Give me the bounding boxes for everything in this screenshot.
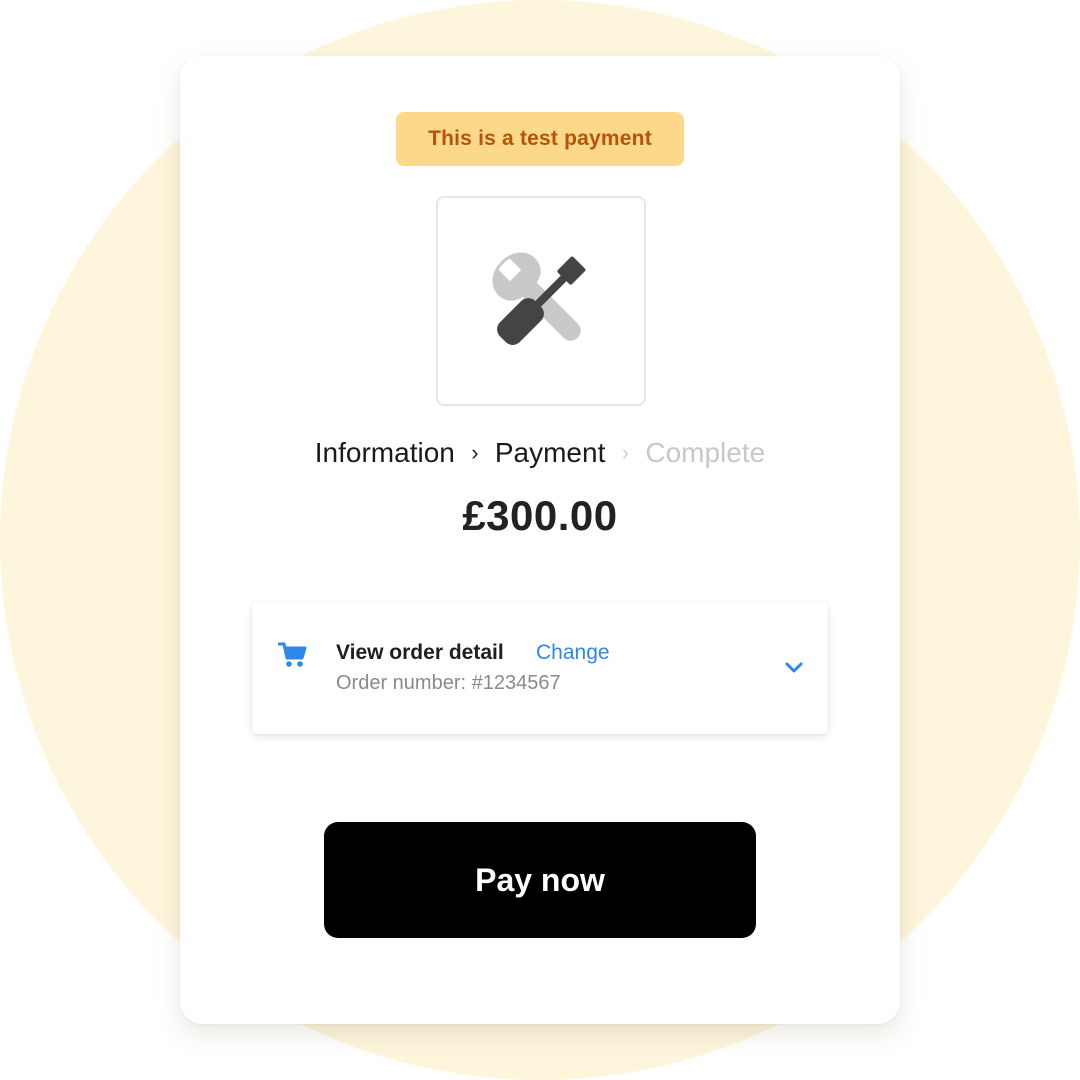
chevron-right-icon: › (621, 440, 630, 465)
step-complete: Complete (645, 437, 766, 468)
merchant-logo (436, 196, 646, 406)
order-number: Order number: #1234567 (336, 672, 561, 694)
cart-icon (278, 642, 307, 667)
payment-card: This is a test payment Information › Pay… (180, 56, 900, 1024)
order-detail-title: View order detail (336, 641, 504, 664)
pay-now-button[interactable]: Pay now (324, 822, 756, 938)
order-detail-panel[interactable]: View order detail Change Order number: #… (252, 602, 828, 734)
change-link[interactable]: Change (536, 641, 610, 665)
payment-amount: £300.00 (462, 492, 618, 539)
step-information: Information (314, 437, 455, 468)
chevron-down-icon[interactable] (782, 656, 806, 680)
test-payment-badge: This is a test payment (396, 112, 684, 166)
checkout-steps: Information › Payment › Complete (180, 430, 900, 476)
chevron-right-icon: › (471, 440, 479, 465)
tools-icon (492, 252, 586, 345)
step-payment: Payment (494, 437, 606, 468)
page: This is a test payment Information › Pay… (0, 0, 1080, 1080)
